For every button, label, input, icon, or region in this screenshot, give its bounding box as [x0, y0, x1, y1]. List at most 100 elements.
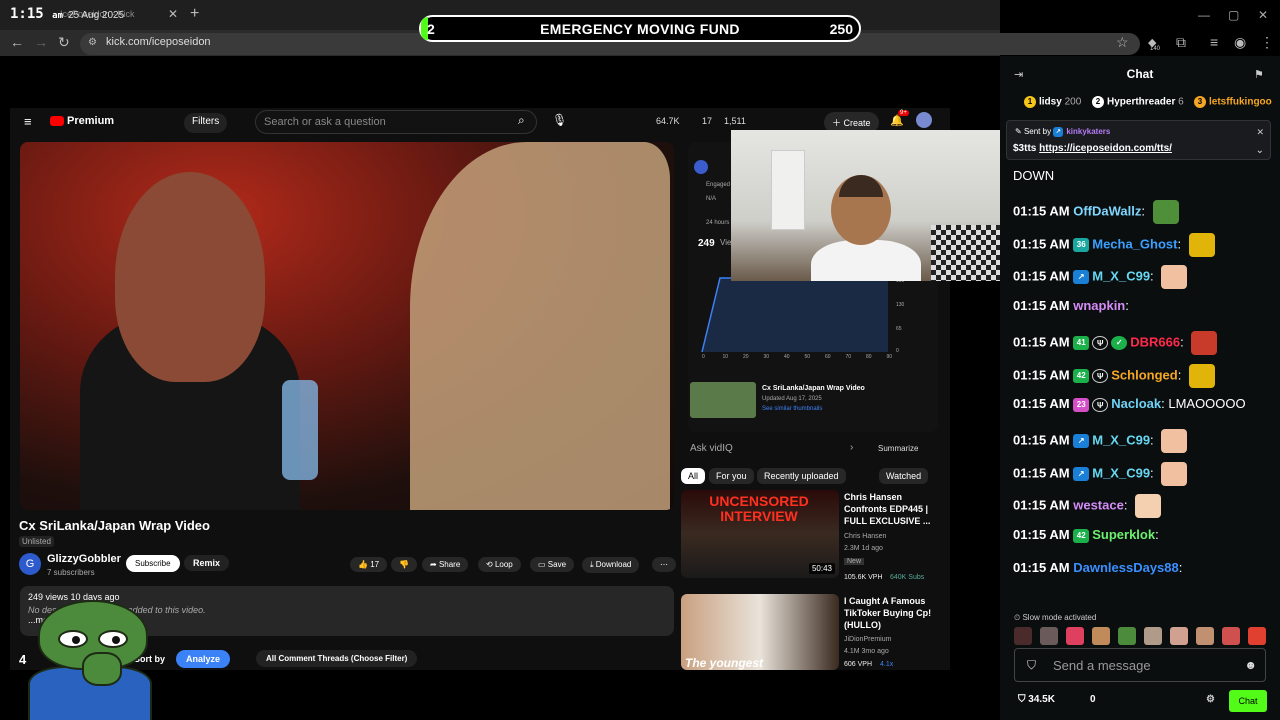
vidiq-suggest-link[interactable]: See similar thumbnails: [762, 406, 822, 412]
chat-emote-image[interactable]: [1188, 232, 1215, 257]
download-button[interactable]: ⤓ Download: [582, 557, 640, 573]
emoji-icon[interactable]: ☻: [1244, 658, 1257, 672]
chat-emote-image[interactable]: [1191, 330, 1218, 355]
share-button[interactable]: ➦ Share: [422, 557, 469, 572]
pinned-text: $3tts https://iceposeidon.com/tts/: [1013, 143, 1172, 154]
quick-emote[interactable]: [1092, 627, 1110, 645]
chat-emote-image[interactable]: [1161, 428, 1188, 453]
unlisted-badge: Unlisted: [19, 536, 54, 547]
chip-watched[interactable]: Watched: [879, 468, 929, 484]
rec-thumb[interactable]: UNCENSORED INTERVIEW 50:43: [681, 490, 839, 578]
close-tab-icon[interactable]: ✕: [168, 7, 178, 21]
chip-for-you[interactable]: For you: [709, 468, 754, 484]
search-input[interactable]: Search or ask a question: [255, 110, 537, 134]
reload-icon[interactable]: ↻: [58, 34, 70, 51]
threads-dropdown[interactable]: All Comment Threads (Choose Filter): [256, 650, 418, 667]
youtube-logo[interactable]: Premium: [50, 115, 114, 127]
quick-emote[interactable]: [1144, 627, 1162, 645]
chat-username[interactable]: DBR666: [1130, 334, 1180, 349]
vidiq-suggest-thumb[interactable]: [690, 382, 756, 418]
forward-icon[interactable]: →: [34, 34, 48, 50]
rec-title[interactable]: Chris Hansen Confronts EDP445 | FULL EXC…: [844, 491, 944, 527]
quick-emote[interactable]: [1222, 627, 1240, 645]
quick-emote[interactable]: [1196, 627, 1214, 645]
chat-username[interactable]: Superklok: [1092, 527, 1155, 542]
pinned-link[interactable]: https://iceposeidon.com/tts/: [1039, 143, 1172, 154]
chat-emote-image[interactable]: [1161, 461, 1188, 486]
top-gifter[interactable]: 3 letsffukingoo: [1194, 96, 1278, 108]
maximize-icon[interactable]: ▢: [1228, 8, 1239, 22]
loop-button[interactable]: ⟲ Loop: [478, 557, 521, 572]
shield-icon[interactable]: ⛉: [1027, 658, 1036, 673]
rec-channel[interactable]: JiDionPremium: [844, 636, 891, 643]
back-icon[interactable]: ←: [10, 34, 24, 50]
chat-username[interactable]: Schlonged: [1111, 367, 1177, 382]
account-avatar[interactable]: [916, 112, 932, 128]
top-gifter[interactable]: 1 lidsy 200: [1024, 96, 1081, 108]
pinned-message[interactable]: ✎ Sent by ↗ kinkykaters ✕ $3tts https://i…: [1006, 120, 1271, 160]
chat-username[interactable]: Mecha_Ghost: [1092, 236, 1177, 251]
chat-emote-image[interactable]: [1152, 200, 1179, 224]
site-info-icon[interactable]: ⚙: [88, 37, 97, 48]
chat-input[interactable]: ⛉ Send a message ☻: [1014, 648, 1266, 682]
new-tab-icon[interactable]: +: [190, 5, 199, 23]
quick-emote[interactable]: [1014, 627, 1032, 645]
mic-icon[interactable]: 🎙: [552, 113, 567, 127]
rec-channel[interactable]: Chris Hansen: [844, 533, 886, 540]
chat-emote-image[interactable]: [1161, 265, 1188, 290]
top-gifter[interactable]: 2 Hyperthreader 6: [1092, 96, 1184, 108]
analyze-button[interactable]: Analyze: [176, 650, 231, 668]
save-button[interactable]: ▭ Save: [530, 557, 575, 572]
quick-emote[interactable]: [1248, 627, 1266, 645]
search-icon[interactable]: ⌕: [518, 113, 525, 128]
chat-username[interactable]: M_X_C99: [1092, 269, 1150, 284]
dislike-button[interactable]: 👎: [391, 557, 417, 572]
chat-username[interactable]: Nacloak: [1111, 396, 1161, 411]
chat-emote-image[interactable]: [1188, 363, 1215, 388]
bookmark-star-icon[interactable]: ☆: [1116, 34, 1129, 51]
chat-username[interactable]: M_X_C99: [1092, 465, 1150, 480]
ask-vidiq-input[interactable]: Ask vidIQ: [690, 443, 733, 454]
pinned-user[interactable]: kinkykaters: [1066, 127, 1110, 136]
quick-emote[interactable]: [1066, 627, 1084, 645]
quick-emote[interactable]: [1040, 627, 1058, 645]
media-icon[interactable]: ≡: [1210, 34, 1218, 50]
quick-emote[interactable]: [1118, 627, 1136, 645]
unpin-icon[interactable]: ✕: [1256, 127, 1264, 138]
chevron-down-icon[interactable]: ⌄: [1256, 145, 1264, 156]
summarize-button[interactable]: Summarize: [878, 444, 918, 453]
minimize-icon[interactable]: —: [1198, 8, 1210, 22]
chat-timestamp: 01:15 AM: [1013, 396, 1070, 412]
url-text[interactable]: kick.com/iceposeidon: [106, 36, 211, 48]
extensions-icon[interactable]: ⧉: [1176, 34, 1186, 51]
like-button[interactable]: 👍 17: [350, 557, 388, 572]
chat-send-button[interactable]: Chat: [1229, 690, 1267, 712]
chat-username[interactable]: OffDaWallz: [1073, 203, 1141, 218]
rec-thumb[interactable]: The youngest: [681, 594, 839, 670]
rec-title[interactable]: I Caught A Famous TikToker Buying Cp! (H…: [844, 595, 944, 631]
chat-users-icon[interactable]: ⚑: [1254, 68, 1264, 81]
quick-emote[interactable]: [1170, 627, 1188, 645]
ask-send-icon[interactable]: ›: [850, 442, 853, 453]
settings-gear-icon[interactable]: ⚙: [1206, 694, 1215, 705]
subscribe-button[interactable]: Subscribe: [126, 555, 180, 572]
chip-all[interactable]: All: [681, 468, 706, 484]
profile-icon[interactable]: ◉: [1234, 34, 1246, 51]
vidiq-icon[interactable]: [694, 160, 708, 174]
window-close-icon[interactable]: ✕: [1258, 8, 1268, 22]
vidiq-xtick: 30: [764, 354, 770, 358]
chat-emote-image[interactable]: [1135, 494, 1162, 519]
remix-button[interactable]: Remix: [184, 555, 230, 571]
menu-kebab-icon[interactable]: ⋮: [1260, 34, 1274, 51]
chip-recently-uploaded[interactable]: Recently uploaded: [757, 468, 846, 484]
channel-name[interactable]: GlizzyGobbler: [47, 553, 121, 565]
channel-avatar[interactable]: G: [19, 553, 41, 575]
chat-username[interactable]: westace: [1073, 498, 1124, 513]
chat-username[interactable]: M_X_C99: [1092, 432, 1150, 447]
chat-username[interactable]: wnapkin: [1073, 298, 1125, 313]
filters-button[interactable]: Filters: [184, 113, 228, 133]
hamburger-icon[interactable]: ≡: [24, 114, 32, 129]
chat-username[interactable]: DawnlessDays88: [1073, 560, 1179, 575]
video-player[interactable]: [20, 142, 674, 510]
more-actions-icon[interactable]: ⋯: [652, 557, 676, 572]
